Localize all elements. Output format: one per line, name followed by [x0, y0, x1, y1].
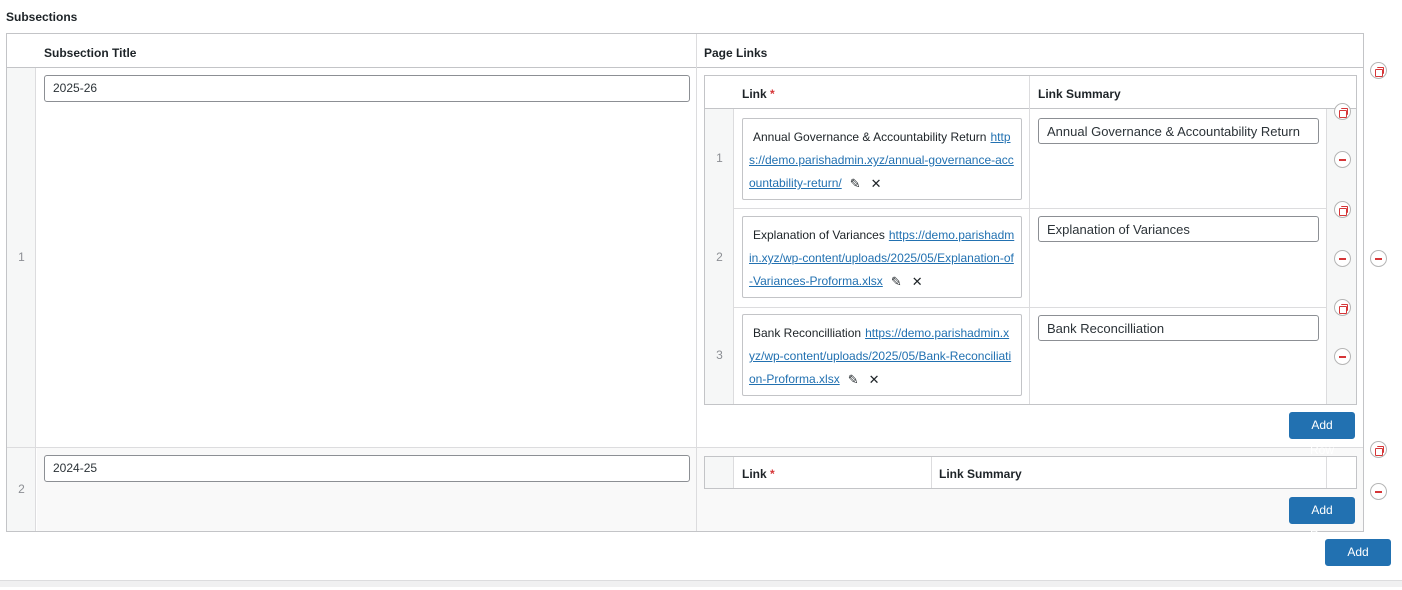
header-link: Link *: [742, 87, 775, 101]
outer-row-number: 1: [18, 250, 25, 264]
page-links-table: Link * Link Summary 1 Annual Governance …: [704, 75, 1357, 405]
inner-row-divider: [734, 307, 1326, 308]
link-title: Bank Reconcilliation: [753, 326, 862, 340]
pencil-icon[interactable]: ✎: [848, 373, 859, 386]
duplicate-row-icon[interactable]: [1334, 299, 1351, 316]
close-icon[interactable]: ✕: [871, 177, 882, 190]
remove-row-icon[interactable]: [1370, 483, 1387, 500]
header-link-summary: Link Summary: [939, 467, 1022, 481]
close-icon[interactable]: ✕: [869, 373, 880, 386]
outer-row-number-column: [7, 34, 36, 531]
link-title: Explanation of Variances: [753, 228, 885, 242]
inner-row-divider: [734, 208, 1326, 209]
inner-row-number: 3: [716, 348, 723, 362]
outer-column-divider-row2: [696, 448, 697, 531]
outer-row-number: 2: [18, 482, 25, 496]
inner-row-number: 2: [716, 250, 723, 264]
link-summary-input[interactable]: Bank Reconcilliation: [1038, 315, 1319, 341]
inner-column-divider: [931, 457, 932, 488]
remove-row-icon[interactable]: [1334, 151, 1351, 168]
link-summary-input[interactable]: Annual Governance & Accountability Retur…: [1038, 118, 1319, 144]
duplicate-row-icon[interactable]: [1370, 62, 1387, 79]
header-subsection-title: Subsection Title: [44, 46, 137, 60]
remove-row-icon[interactable]: [1334, 348, 1351, 365]
duplicate-row-icon[interactable]: [1370, 441, 1387, 458]
inner-actions-divider: [1326, 457, 1327, 488]
link-field: Explanation of Variances https://demo.par…: [742, 216, 1022, 298]
header-link-summary: Link Summary: [1038, 87, 1121, 101]
remove-row-icon[interactable]: [1370, 250, 1387, 267]
add-link-row-button[interactable]: Add Row: [1289, 497, 1355, 542]
duplicate-row-icon[interactable]: [1334, 103, 1351, 120]
page-links-table: Link * Link Summary: [704, 456, 1357, 489]
page-footer-strip: [0, 580, 1402, 587]
link-summary-input[interactable]: Explanation of Variances: [1038, 216, 1319, 242]
inner-column-divider: [1029, 76, 1030, 404]
remove-row-icon[interactable]: [1334, 250, 1351, 267]
pencil-icon[interactable]: ✎: [850, 177, 861, 190]
link-field: Bank Reconcilliation https://demo.parisha…: [742, 314, 1022, 396]
link-title: Annual Governance & Accountability Retur…: [753, 130, 987, 144]
header-page-links: Page Links: [704, 46, 768, 60]
inner-table-header: [705, 76, 1356, 109]
add-link-row-button[interactable]: Add Row: [1289, 412, 1355, 457]
close-icon[interactable]: ✕: [912, 275, 923, 288]
link-field: Annual Governance & Accountability Retur…: [742, 118, 1022, 200]
subsection-title-input[interactable]: 2024-25: [44, 455, 690, 482]
inner-row-number: 1: [716, 151, 723, 165]
duplicate-row-icon[interactable]: [1334, 201, 1351, 218]
subsections-label: Subsections: [6, 10, 78, 24]
inner-row-number-column: [705, 457, 734, 488]
add-subsection-row-button[interactable]: Add Row: [1325, 539, 1391, 584]
outer-table-header: [7, 34, 1363, 68]
pencil-icon[interactable]: ✎: [891, 275, 902, 288]
header-link: Link *: [742, 467, 775, 481]
subsection-title-input[interactable]: 2025-26: [44, 75, 690, 102]
